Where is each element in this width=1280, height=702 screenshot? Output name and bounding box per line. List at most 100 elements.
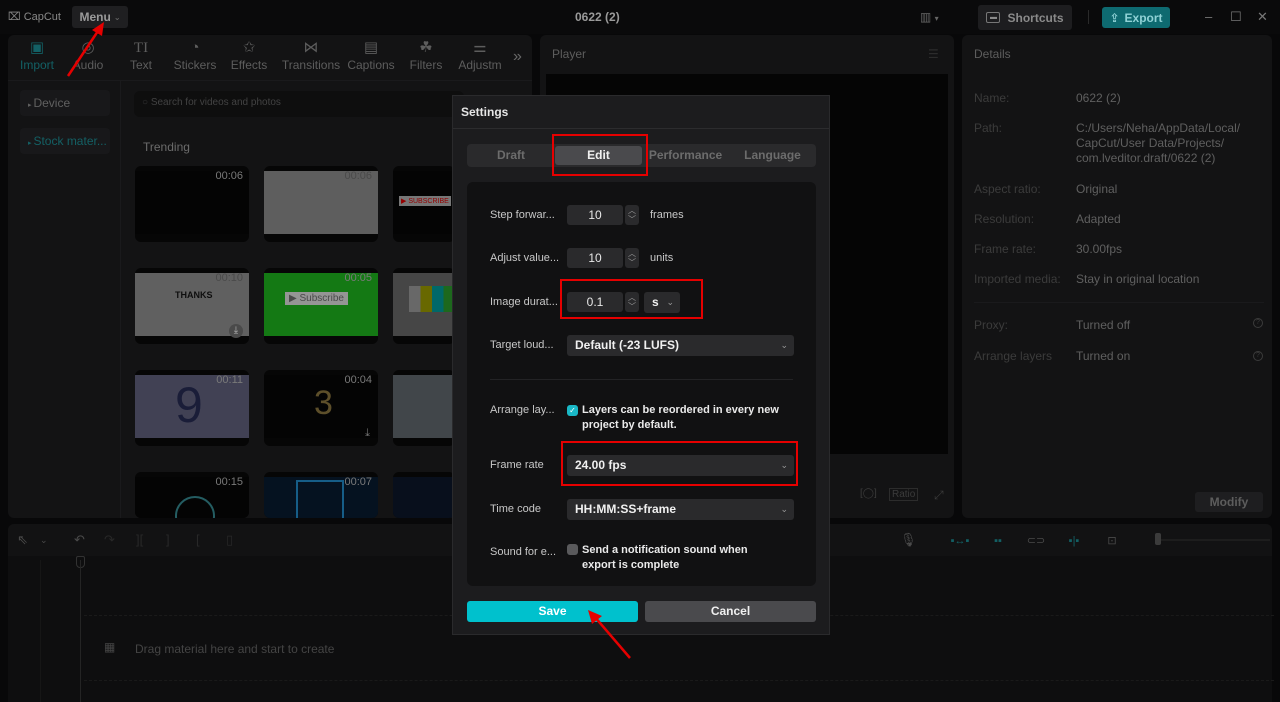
duration-label: 00:11 [216, 374, 243, 386]
save-button[interactable]: Save [467, 601, 638, 622]
adjust-value-input[interactable]: 10 [567, 248, 623, 268]
detail-label: Proxy: [974, 318, 1009, 332]
frame-rate-select[interactable]: 24.00 fps ⌄ [567, 455, 794, 476]
nav-label: Device [33, 96, 71, 110]
tab-captions[interactable]: ▤ Captions [342, 38, 400, 72]
sound-export-checkbox[interactable] [567, 544, 578, 555]
detail-label: Imported media: [974, 272, 1061, 286]
title-bar: ⌧ CapCut Menu ⌄ 0622 (2) ▥ ▾ ▬ Shortcuts… [0, 0, 1280, 34]
help-icon[interactable]: ? [1253, 351, 1263, 361]
media-thumbnail[interactable]: 3 ⤓ 00:04 [264, 370, 378, 446]
link-icon[interactable]: ⊂⊃ [1024, 530, 1048, 552]
tab-transitions[interactable]: ⋈ Transitions [276, 38, 346, 72]
maximize-icon[interactable]: ☐ [1230, 9, 1242, 25]
media-thumbnail[interactable] [393, 268, 455, 344]
detail-value: Stay in original location [1076, 272, 1200, 286]
zoom-fit-icon[interactable]: ⊡ [1100, 530, 1124, 552]
media-thumbnail[interactable]: ▶ Subscribe 00:05 [264, 268, 378, 344]
detail-value: Original [1076, 182, 1118, 196]
export-button[interactable]: ⇪ Export [1102, 7, 1170, 28]
selected-value: HH:MM:SS+frame [575, 502, 677, 516]
split-icon[interactable]: ][ [136, 532, 143, 547]
tab-language[interactable]: Language [729, 144, 816, 167]
media-thumbnail[interactable]: ▶ SUBSCRIBE [393, 166, 455, 242]
media-thumbnail[interactable]: 00:15 [135, 472, 249, 518]
redo-icon[interactable]: ↷ [104, 532, 115, 548]
target-loudness-select[interactable]: Default (-23 LUFS) ⌄ [567, 335, 794, 356]
nav-item-stock-material[interactable]: ▸ Stock mater... [20, 128, 110, 154]
undo-icon[interactable]: ↶ [74, 532, 85, 548]
settings-dialog: Settings Draft Edit Performance Language… [452, 95, 830, 635]
help-icon[interactable]: ? [1253, 318, 1263, 328]
thumbnail-preview [393, 477, 455, 518]
divider [490, 379, 793, 380]
step-forward-input[interactable]: 10 [567, 205, 623, 225]
media-thumbnail[interactable]: 00:07 [264, 472, 378, 518]
tab-edit[interactable]: Edit [555, 146, 642, 165]
duration-label: 00:04 [344, 374, 372, 386]
image-duration-stepper[interactable]: ︿ ﹀ [625, 292, 639, 312]
player-menu-icon[interactable]: ☰ [928, 47, 939, 61]
adjust-value-stepper[interactable]: ︿ ﹀ [625, 248, 639, 268]
media-thumbnail[interactable] [393, 370, 455, 446]
tab-stickers[interactable]: ◔ Stickers [166, 38, 224, 72]
media-thumbnail[interactable]: THANKS ⤓ 00:10 [135, 268, 249, 344]
tab-filters[interactable]: ☘ Filters [397, 38, 455, 72]
step-forward-stepper[interactable]: ︿ ﹀ [625, 205, 639, 225]
media-thumbnail[interactable]: 9 00:11 [135, 370, 249, 446]
tab-adjustment[interactable]: ⚌ Adjustm [451, 38, 509, 72]
menu-button[interactable]: Menu ⌄ [72, 6, 128, 28]
media-thumbnail[interactable]: 00:06 [264, 166, 378, 242]
tab-label: Effects [230, 58, 268, 72]
tab-text[interactable]: TI Text [112, 38, 170, 72]
more-tabs-icon[interactable]: » [513, 48, 522, 66]
tab-draft[interactable]: Draft [467, 144, 555, 167]
chevron-down-icon: ⌄ [780, 460, 788, 470]
tab-label: Transitions [281, 58, 341, 72]
search-input[interactable]: ○ Search for videos and photos [134, 91, 464, 117]
tab-effects[interactable]: ✩ Effects [220, 38, 278, 72]
arrange-layers-checkbox[interactable]: ✓ [567, 405, 578, 416]
ratio-button[interactable]: Ratio [889, 488, 919, 501]
preview-axis-icon[interactable]: ▪|▪ [1062, 530, 1086, 552]
layout-icon[interactable]: ▥ ▾ [920, 10, 939, 24]
tab-label: Text [129, 58, 152, 72]
transitions-icon: ⋈ [303, 39, 319, 56]
image-duration-input[interactable]: 0.1 [567, 292, 623, 312]
adjustment-icon: ⚌ [473, 39, 487, 56]
auto-snap-icon[interactable]: ▪▪ [986, 530, 1010, 552]
cancel-button[interactable]: Cancel [645, 601, 816, 622]
tab-import[interactable]: ▣ Import [8, 38, 66, 72]
media-thumbnail[interactable]: 00:06 [135, 166, 249, 242]
split-right-icon[interactable]: [ [196, 532, 200, 547]
delete-icon[interactable]: ▯ [226, 532, 233, 548]
nav-label: Stock mater... [33, 134, 107, 148]
fullscreen-icon[interactable]: ⤢ [934, 488, 944, 503]
minimize-icon[interactable]: – [1205, 9, 1212, 24]
duration-label: 00:15 [215, 476, 243, 488]
microphone-icon[interactable]: 🎙 [900, 532, 917, 548]
split-left-icon[interactable]: ] [166, 532, 170, 547]
zoom-slider-handle[interactable] [1155, 533, 1161, 545]
shortcuts-button[interactable]: ▬ Shortcuts [978, 5, 1072, 30]
close-icon[interactable]: ✕ [1257, 9, 1268, 25]
step-forward-label: Step forwar... [490, 209, 555, 221]
media-thumbnail[interactable] [393, 472, 455, 518]
chevron-down-icon[interactable]: ⌄ [40, 535, 48, 546]
fit-screen-icon[interactable]: [◯] [860, 488, 877, 499]
tab-audio[interactable]: ◎ Audio [59, 38, 117, 72]
time-code-select[interactable]: HH:MM:SS+frame ⌄ [567, 499, 794, 520]
select-tool-icon[interactable]: ⇖ [17, 532, 28, 548]
main-track-magnet-icon[interactable]: ▪↔▪ [948, 530, 972, 552]
film-icon: ▦ [104, 640, 116, 654]
image-duration-label: Image durat... [490, 296, 558, 308]
text-icon: TI [133, 40, 149, 56]
timeline-zoom-slider[interactable] [1155, 539, 1270, 541]
detail-label: Path: [974, 121, 1003, 135]
nav-item-device[interactable]: ▸ Device [20, 90, 110, 116]
image-duration-unit-select[interactable]: s ⌄ [644, 292, 680, 313]
modify-button[interactable]: Modify [1195, 492, 1263, 512]
tab-label: Audio [72, 58, 104, 72]
playhead[interactable] [80, 560, 81, 702]
tab-performance[interactable]: Performance [642, 144, 729, 167]
